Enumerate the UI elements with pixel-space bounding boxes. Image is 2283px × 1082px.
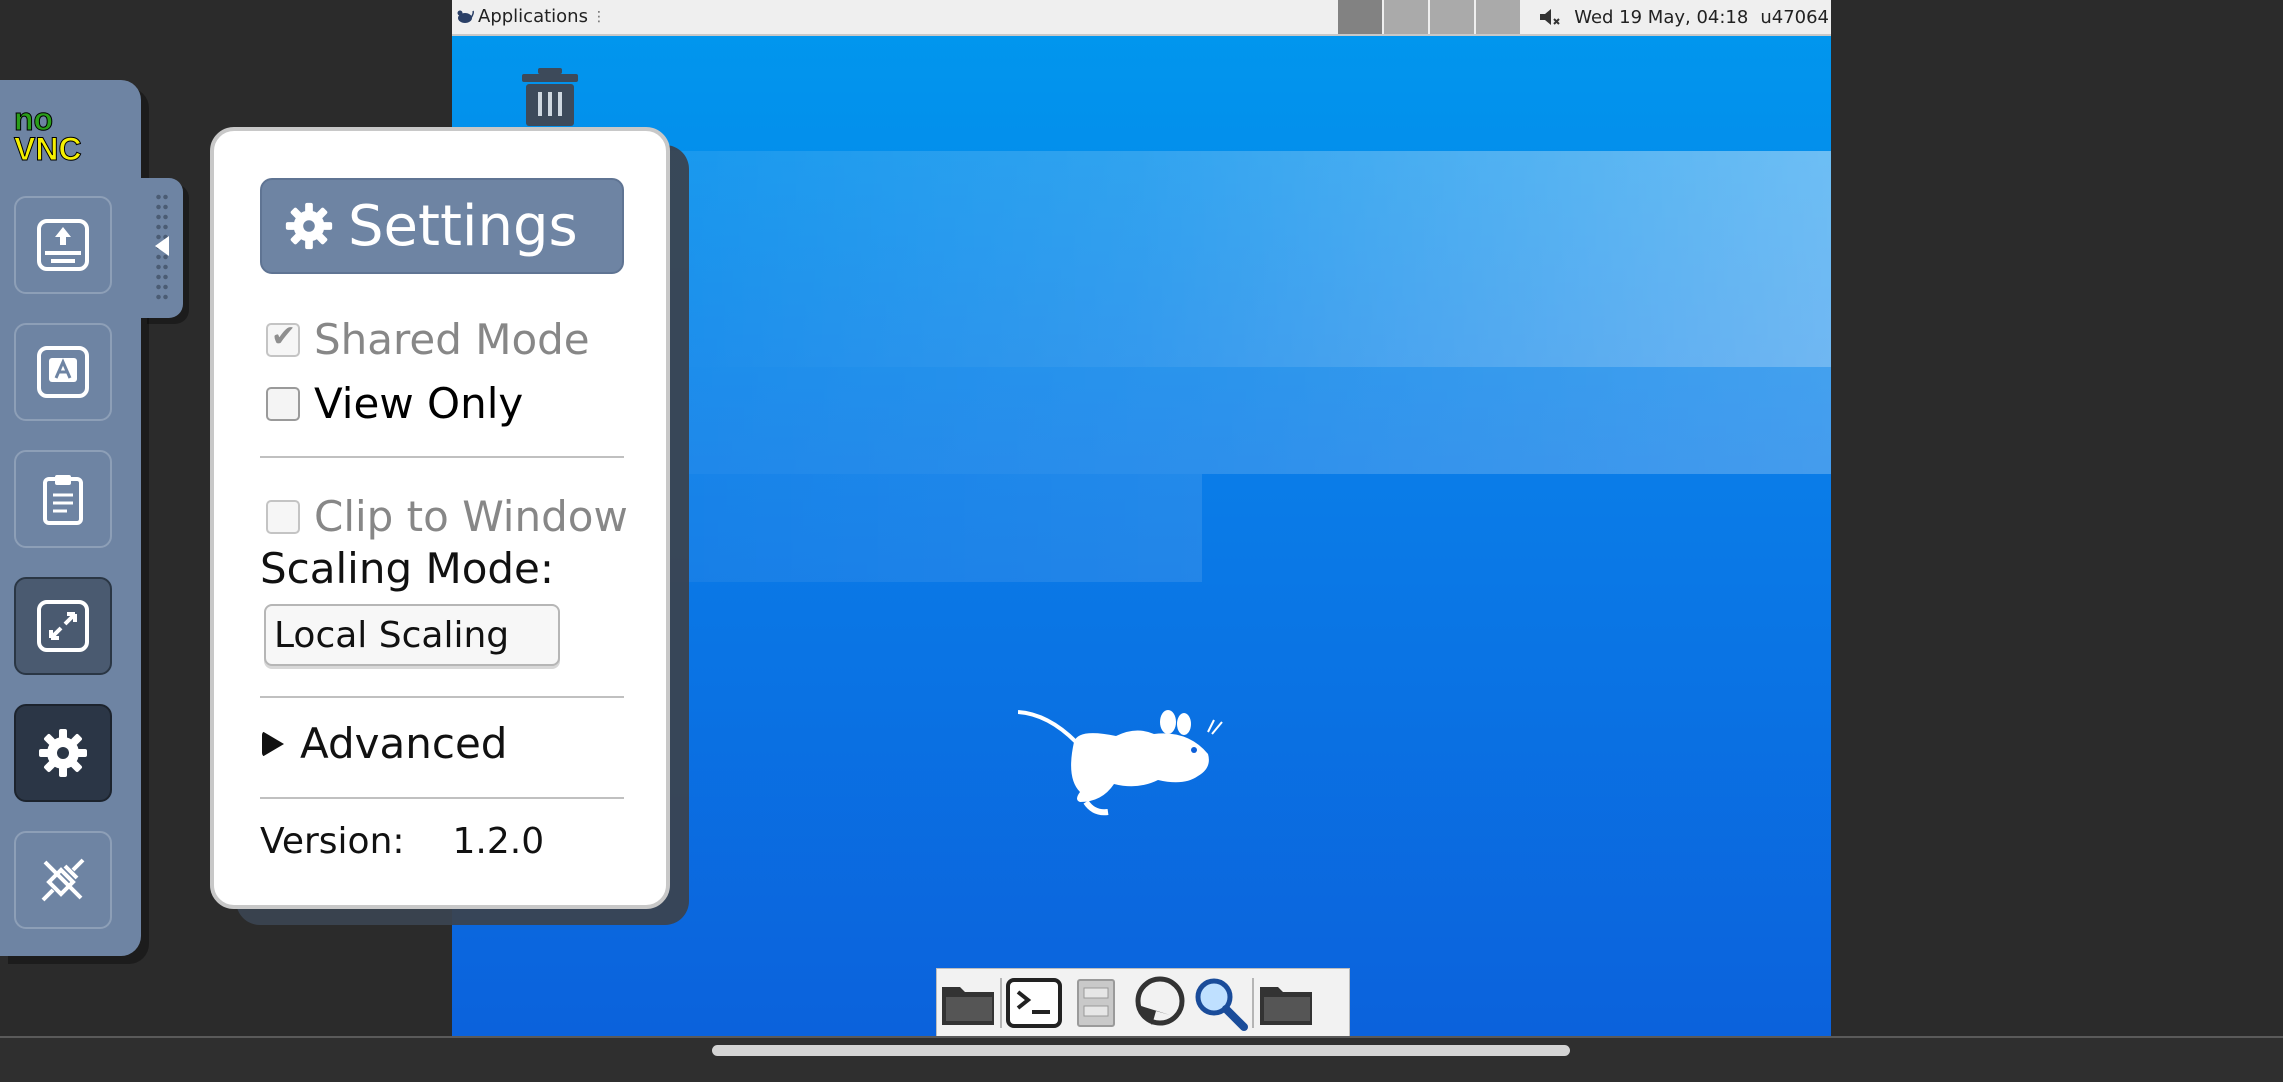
settings-header: Settings (260, 178, 624, 274)
file-manager-icon (942, 987, 994, 1025)
gear-icon (39, 729, 87, 777)
version-label: Version: (260, 821, 405, 862)
xfce-logo-icon (457, 10, 474, 23)
volume-muted-icon[interactable] (1538, 6, 1562, 28)
clock[interactable]: Wed 19 May, 04:18 (1574, 7, 1748, 28)
dock-web-browser[interactable] (1127, 972, 1189, 1034)
fullscreen-icon (37, 600, 89, 652)
scaling-mode-select[interactable]: Local Scaling (264, 604, 560, 666)
keyboard-button[interactable] (14, 323, 112, 421)
applications-menu[interactable]: Applications ⋮ (456, 6, 606, 27)
dock-search[interactable] (1189, 972, 1251, 1034)
expand-arrow-icon (260, 729, 286, 759)
xfce-mouse-icon (1018, 710, 1223, 816)
search-icon (1195, 978, 1248, 1031)
advanced-toggle[interactable]: Advanced (260, 719, 507, 768)
clip-to-window-checkbox[interactable] (266, 499, 300, 534)
novnc-logo: no VNC (14, 101, 83, 167)
view-only-row: View Only (266, 379, 523, 428)
extra-keys-button[interactable] (14, 196, 112, 294)
workspace-3[interactable] (1430, 0, 1474, 34)
applications-label: Applications (478, 6, 588, 27)
clip-to-window-label: Clip to Window (314, 492, 628, 541)
terminal-icon (1006, 978, 1062, 1028)
gear-icon (285, 202, 333, 250)
shared-mode-row: ✔ Shared Mode (266, 315, 590, 364)
settings-button[interactable] (14, 704, 112, 802)
shared-mode-checkbox[interactable]: ✔ (266, 319, 300, 357)
workspace-1[interactable] (1338, 0, 1382, 34)
workspace-4[interactable] (1476, 0, 1520, 34)
disconnect-button[interactable] (14, 831, 112, 929)
logo-vnc: VNC (14, 131, 83, 167)
web-browser-icon (1135, 976, 1185, 1026)
bottom-dock (936, 968, 1350, 1036)
advanced-label: Advanced (300, 719, 508, 768)
checkmark-icon: ✔ (271, 318, 297, 354)
xfce-top-panel: Applications ⋮ Wed 19 May, 04:18 u47064 (452, 0, 1831, 36)
keyboard-a-icon (37, 346, 89, 398)
divider (260, 696, 624, 698)
divider (260, 797, 624, 799)
workspace-switcher (1338, 0, 1522, 34)
clip-to-window-row: Clip to Window (266, 492, 628, 541)
workspace-2[interactable] (1384, 0, 1428, 34)
folder-icon (1260, 987, 1312, 1025)
version-value: 1.2.0 (452, 821, 545, 862)
system-tray: Wed 19 May, 04:18 u47064 (1538, 6, 1829, 28)
collapse-arrow-icon (155, 236, 169, 256)
user-name[interactable]: u47064 (1760, 7, 1829, 28)
divider (260, 456, 624, 458)
applications-menu-glyph: ⋮ (591, 8, 606, 25)
keyboard-up-icon (37, 219, 89, 271)
clipboard-icon (43, 475, 83, 525)
scaling-mode-label: Scaling Mode: (260, 544, 555, 593)
trash-icon[interactable] (518, 68, 582, 126)
horizontal-scrollbar[interactable] (712, 1045, 1570, 1056)
novnc-control-bar: no VNC (0, 80, 141, 956)
dock-terminal[interactable] (1003, 972, 1065, 1034)
file-cabinet-icon (1077, 979, 1115, 1027)
dock-file-cabinet[interactable] (1065, 972, 1127, 1034)
dock-separator (1252, 978, 1254, 1028)
dock-folder[interactable] (1255, 972, 1317, 1034)
fullscreen-button[interactable] (14, 577, 112, 675)
dock-file-manager[interactable] (937, 972, 999, 1034)
logo-no: no (14, 101, 54, 137)
view-only-checkbox[interactable] (266, 386, 300, 421)
view-only-label: View Only (314, 379, 524, 428)
control-bar-handle[interactable] (141, 178, 183, 318)
dock-separator (1000, 978, 1002, 1028)
shared-mode-label: Shared Mode (314, 315, 590, 364)
settings-title: Settings (348, 193, 578, 259)
version-row: Version: 1.2.0 (260, 821, 544, 862)
settings-panel: Settings ✔ Shared Mode View Only Clip to… (210, 127, 670, 909)
disconnect-icon (41, 858, 85, 902)
clipboard-button[interactable] (14, 450, 112, 548)
scaling-mode-value: Local Scaling (274, 614, 510, 656)
browser-bottom-bar (0, 1036, 2283, 1082)
